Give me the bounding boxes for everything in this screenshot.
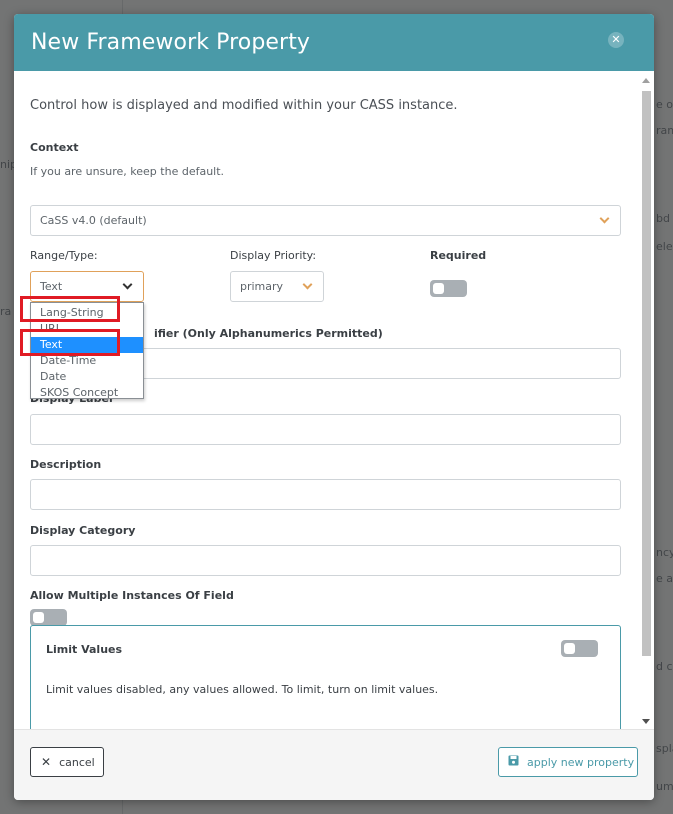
required-label: Required — [430, 249, 487, 262]
display-label-input[interactable] — [30, 414, 621, 445]
allow-multiple-label: Allow Multiple Instances Of Field — [30, 589, 234, 602]
apply-button-label: apply new property — [527, 755, 635, 769]
new-framework-property-modal: New Framework Property ✕ Control how is … — [14, 14, 654, 800]
modal-title: New Framework Property — [31, 30, 311, 55]
range-type-option[interactable]: Date — [31, 369, 143, 385]
save-icon — [508, 755, 519, 769]
chevron-down-icon — [122, 279, 133, 290]
limit-values-toggle[interactable] — [561, 640, 598, 657]
display-priority-select[interactable]: primary — [230, 271, 324, 302]
highlight-box-text — [20, 329, 120, 356]
display-category-input[interactable] — [30, 545, 621, 576]
cancel-button[interactable]: ✕ cancel — [30, 747, 104, 777]
description-label: Description — [30, 458, 102, 471]
modal-body: Control how is displayed and modified wi… — [14, 71, 638, 729]
display-priority-label: Display Priority: — [230, 249, 317, 262]
range-type-option[interactable]: SKOS Concept — [31, 385, 143, 401]
property-identifier-label: ifier (Only Alphanumerics Permitted) — [154, 327, 383, 340]
scroll-up-arrow-icon[interactable] — [642, 78, 650, 83]
allow-multiple-toggle[interactable] — [30, 609, 67, 626]
context-select[interactable]: CaSS v4.0 (default) — [30, 205, 621, 236]
display-category-label: Display Category — [30, 524, 136, 537]
scroll-down-arrow-icon[interactable] — [642, 719, 650, 724]
description-input[interactable] — [30, 479, 621, 510]
chevron-down-icon — [302, 279, 313, 290]
limit-values-label: Limit Values — [46, 643, 123, 656]
toggle-knob — [33, 612, 44, 623]
limit-values-panel: Limit Values Limit values disabled, any … — [30, 625, 621, 729]
range-type-select-value: Text — [40, 280, 63, 293]
highlight-box-lang-string — [20, 296, 120, 322]
close-icon[interactable]: ✕ — [608, 32, 624, 48]
context-label: Context — [30, 141, 79, 154]
apply-new-property-button[interactable]: apply new property — [498, 747, 638, 777]
toggle-knob — [433, 283, 444, 294]
required-toggle[interactable] — [430, 280, 467, 297]
intro-text: Control how is displayed and modified wi… — [30, 98, 458, 113]
modal-scrollbar[interactable] — [640, 75, 652, 727]
limit-values-message: Limit values disabled, any values allowe… — [46, 683, 439, 696]
close-icon: ✕ — [41, 755, 52, 769]
modal-header: New Framework Property ✕ — [14, 14, 654, 71]
range-type-label: Range/Type: — [30, 249, 98, 262]
cancel-button-label: cancel — [59, 755, 95, 769]
context-hint: If you are unsure, keep the default. — [30, 165, 225, 178]
chevron-down-icon — [599, 213, 610, 224]
toggle-knob — [564, 643, 575, 654]
scrollbar-thumb[interactable] — [642, 91, 651, 656]
context-select-value: CaSS v4.0 (default) — [40, 214, 147, 227]
modal-footer: ✕ cancel apply new property — [14, 729, 654, 800]
display-priority-select-value: primary — [240, 280, 284, 293]
